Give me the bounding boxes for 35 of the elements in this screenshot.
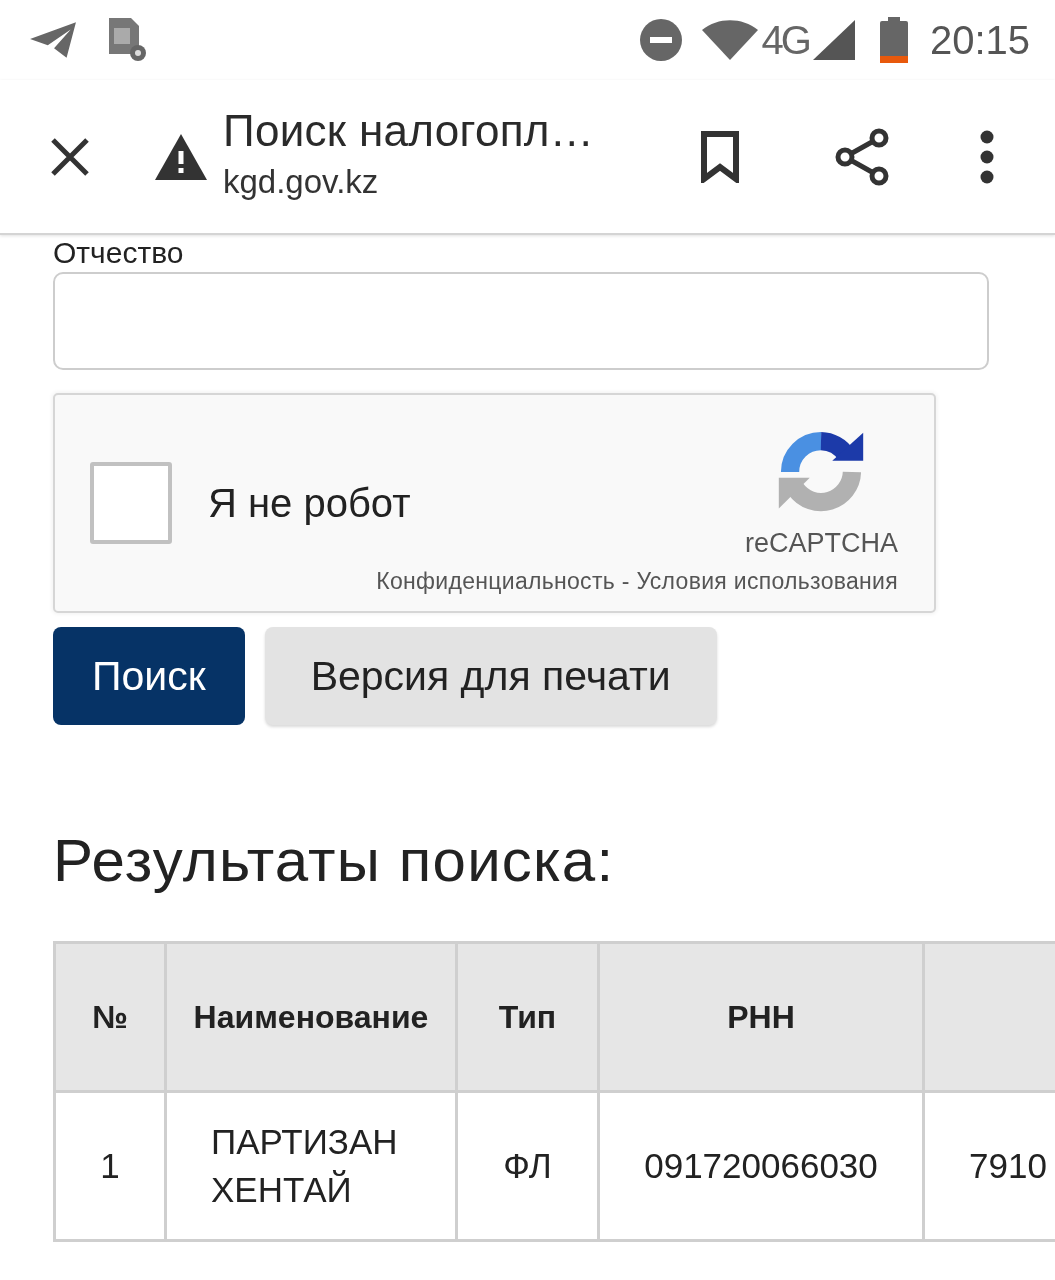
battery-icon	[879, 17, 908, 63]
input-field[interactable]	[53, 272, 989, 370]
do-not-disturb-icon	[639, 19, 682, 61]
share-icon[interactable]	[835, 127, 889, 186]
checkbox[interactable]	[90, 462, 172, 544]
more-icon[interactable]	[980, 129, 994, 184]
paper-plane-icon	[29, 21, 77, 59]
signal-icon	[812, 20, 855, 60]
field-label: Отчество	[53, 238, 184, 268]
page-title: Поиск налогопл…	[223, 106, 596, 155]
checkbox-label: Я не робот	[208, 480, 411, 526]
table-cell: 7910	[923, 1091, 1055, 1241]
clock-time: 20:15	[929, 18, 1030, 62]
results-heading: Результаты поиска:	[53, 826, 616, 896]
table-cell: 091720066030	[598, 1091, 924, 1241]
link-separator: -	[621, 568, 630, 594]
table-cell: 1	[54, 1091, 166, 1241]
terms-link[interactable]: Условия использования	[636, 568, 898, 594]
column-header: №	[54, 942, 166, 1092]
table-cell: ПАРТИЗАН ХЕНТАЙ	[165, 1091, 457, 1241]
table-cell: ФЛ	[456, 1091, 599, 1241]
close-icon[interactable]	[50, 136, 90, 177]
search-button[interactable]: Поиск	[53, 627, 245, 725]
wifi-icon	[701, 20, 758, 60]
recaptcha-brand: reCAPTCHA	[744, 527, 898, 559]
print-version-button[interactable]: Версия для печати	[264, 627, 717, 725]
column-header: Тип	[456, 942, 599, 1092]
column-header: Наименование	[165, 942, 457, 1092]
network-type: 4G	[761, 18, 809, 62]
column-header: РНН	[598, 942, 924, 1092]
sim-card-gear-icon	[107, 18, 147, 62]
warning-icon	[155, 133, 207, 180]
page-url: kgd.gov.kz	[223, 162, 380, 201]
privacy-link[interactable]: Конфиденциальность	[376, 568, 616, 594]
bookmark-icon[interactable]	[700, 130, 740, 183]
